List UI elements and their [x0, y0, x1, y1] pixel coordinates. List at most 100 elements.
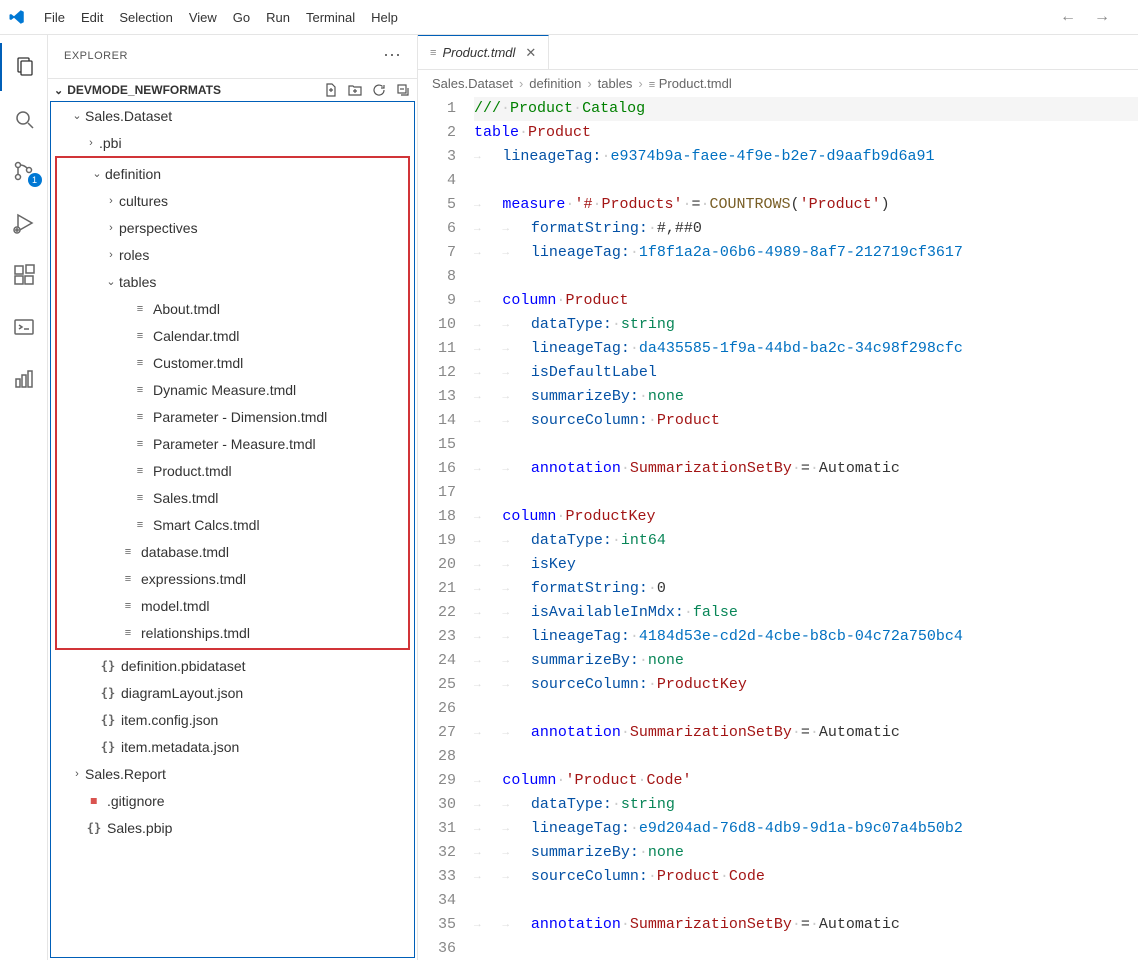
new-file-icon[interactable] [323, 82, 339, 98]
breadcrumb-item[interactable]: Sales.Dataset [432, 76, 513, 91]
tree-item[interactable]: {}item.config.json [51, 706, 414, 733]
menu-run[interactable]: Run [258, 6, 298, 29]
file-icon: ≡ [131, 384, 149, 396]
file-icon: ≡ [649, 79, 655, 91]
tree-item[interactable]: ›Sales.Report [51, 760, 414, 787]
file-icon: ≡ [119, 600, 137, 612]
menu-help[interactable]: Help [363, 6, 406, 29]
terminal-panel-icon[interactable] [0, 303, 48, 351]
tree-item[interactable]: ◆.gitignore [51, 787, 414, 814]
file-icon: ≡ [131, 465, 149, 477]
workspace-folder-name: DEVMODE_NEWFORMATS [67, 83, 221, 97]
menu-file[interactable]: File [36, 6, 73, 29]
tree-item-label: Sales.tmdl [153, 490, 218, 506]
tree-item[interactable]: {} item.metadata.json [51, 733, 414, 760]
tree-item[interactable]: ›roles [57, 241, 408, 268]
tree-item[interactable]: {}diagramLayout.json [51, 679, 414, 706]
tree-item[interactable]: ≡Product.tmdl [57, 457, 408, 484]
tree-item-label: roles [119, 247, 149, 263]
tree-item-label: .pbi [99, 135, 122, 151]
editor-area: ≡ Product.tmdl ✕ Sales.Dataset › definitio… [418, 35, 1138, 960]
refresh-icon[interactable] [371, 82, 387, 98]
tree-item-label: relationships.tmdl [141, 625, 250, 641]
close-icon[interactable]: ✕ [525, 45, 536, 61]
extensions-icon[interactable] [0, 251, 48, 299]
chevron-right-icon: › [83, 137, 99, 149]
tree-item-label: Smart Calcs.tmdl [153, 517, 260, 533]
menu-go[interactable]: Go [225, 6, 258, 29]
tree-item[interactable]: ≡Parameter - Dimension.tmdl [57, 403, 408, 430]
file-icon: ≡ [131, 519, 149, 531]
tab-label: Product.tmdl [442, 45, 515, 60]
json-icon: {} [99, 659, 117, 673]
nav-forward-icon[interactable]: → [1094, 8, 1110, 26]
sidebar-more-icon[interactable]: ⋯ [383, 45, 401, 66]
tree-item[interactable]: {}Sales.pbip [51, 814, 414, 841]
tree-item[interactable]: ≡ Sales.tmdl [57, 484, 408, 511]
tree-item[interactable]: {} definition.pbidataset [51, 652, 414, 679]
tree-item[interactable]: ›cultures [57, 187, 408, 214]
breadcrumb-item[interactable]: definition [529, 76, 581, 91]
breadcrumb-separator: › [519, 76, 523, 91]
code-editor[interactable]: 1234567891011121314151617181920212223242… [418, 97, 1138, 960]
tree-item[interactable]: ≡model.tmdl [57, 592, 408, 619]
breadcrumb-item[interactable]: tables [598, 76, 633, 91]
menu-terminal[interactable]: Terminal [298, 6, 363, 29]
new-folder-icon[interactable] [347, 82, 363, 98]
tree-item-label: database.tmdl [141, 544, 229, 560]
breadcrumb-item[interactable]: ≡ Product.tmdl [649, 76, 732, 91]
tree-item[interactable]: ≡ Smart Calcs.tmdl [57, 511, 408, 538]
nav-back-icon[interactable]: ← [1060, 8, 1076, 26]
run-debug-icon[interactable] [0, 199, 48, 247]
activity-bar: 1 [0, 35, 48, 960]
tree-item-label: item.metadata.json [121, 739, 239, 755]
tree-item[interactable]: ≡About.tmdl [57, 295, 408, 322]
tree-item[interactable]: ≡database.tmdl [57, 538, 408, 565]
tree-item[interactable]: ⌄Sales.Dataset [51, 102, 414, 129]
tree-item[interactable]: ›perspectives [57, 214, 408, 241]
tree-item[interactable]: ⌄definition [57, 160, 408, 187]
tree-item[interactable]: ⌄tables [57, 268, 408, 295]
menu-view[interactable]: View [181, 6, 225, 29]
tree-item-label: cultures [119, 193, 168, 209]
chevron-right-icon: › [69, 768, 85, 780]
scm-badge: 1 [28, 173, 42, 187]
tree-item[interactable]: ≡ Parameter - Measure.tmdl [57, 430, 408, 457]
file-icon: ≡ [119, 573, 137, 585]
tree-item[interactable]: ≡expressions.tmdl [57, 565, 408, 592]
source-control-icon[interactable]: 1 [0, 147, 48, 195]
chevron-down-icon: ⌄ [103, 275, 119, 288]
chevron-down-icon: ⌄ [89, 167, 105, 180]
tree-item-label: definition.pbidataset [121, 658, 246, 674]
file-icon: ≡ [131, 438, 149, 450]
file-icon: ≡ [131, 303, 149, 315]
tree-item[interactable]: ≡Customer.tmdl [57, 349, 408, 376]
tree-item-label: Dynamic Measure.tmdl [153, 382, 296, 398]
chevron-down-icon: ⌄ [69, 109, 85, 122]
tree-item-label: Customer.tmdl [153, 355, 243, 371]
vscode-logo-icon [8, 8, 26, 26]
json-icon: {} [99, 740, 117, 754]
powerbi-icon[interactable] [0, 355, 48, 403]
tree-item[interactable]: ›.pbi [51, 129, 414, 156]
search-icon[interactable] [0, 95, 48, 143]
tree-item[interactable]: ≡ Dynamic Measure.tmdl [57, 376, 408, 403]
code-content[interactable]: ///·Product·Catalogtable·Product→ lineag… [474, 97, 1138, 960]
json-icon: {} [99, 686, 117, 700]
tree-item[interactable]: ≡Calendar.tmdl [57, 322, 408, 349]
tree-item[interactable]: ≡relationships.tmdl [57, 619, 408, 646]
file-tree: ⌄Sales.Dataset›.pbi ⌄definition›cultures… [50, 101, 415, 958]
file-icon: ≡ [131, 492, 149, 504]
workspace-folder-header[interactable]: ⌄ DEVMODE_NEWFORMATS [48, 78, 417, 101]
menubar: FileEditSelectionViewGoRunTerminalHelp ←… [0, 0, 1138, 35]
tab-product-tmdl[interactable]: ≡ Product.tmdl ✕ [418, 35, 549, 69]
tree-item-label: Parameter - Measure.tmdl [153, 436, 316, 452]
json-icon: {} [85, 821, 103, 835]
collapse-all-icon[interactable] [395, 82, 411, 98]
menu-selection[interactable]: Selection [111, 6, 180, 29]
explorer-icon[interactable] [0, 43, 48, 91]
menu-edit[interactable]: Edit [73, 6, 111, 29]
sidebar-title: EXPLORER [64, 50, 128, 62]
file-icon: ≡ [131, 411, 149, 423]
tree-item-label: Calendar.tmdl [153, 328, 239, 344]
